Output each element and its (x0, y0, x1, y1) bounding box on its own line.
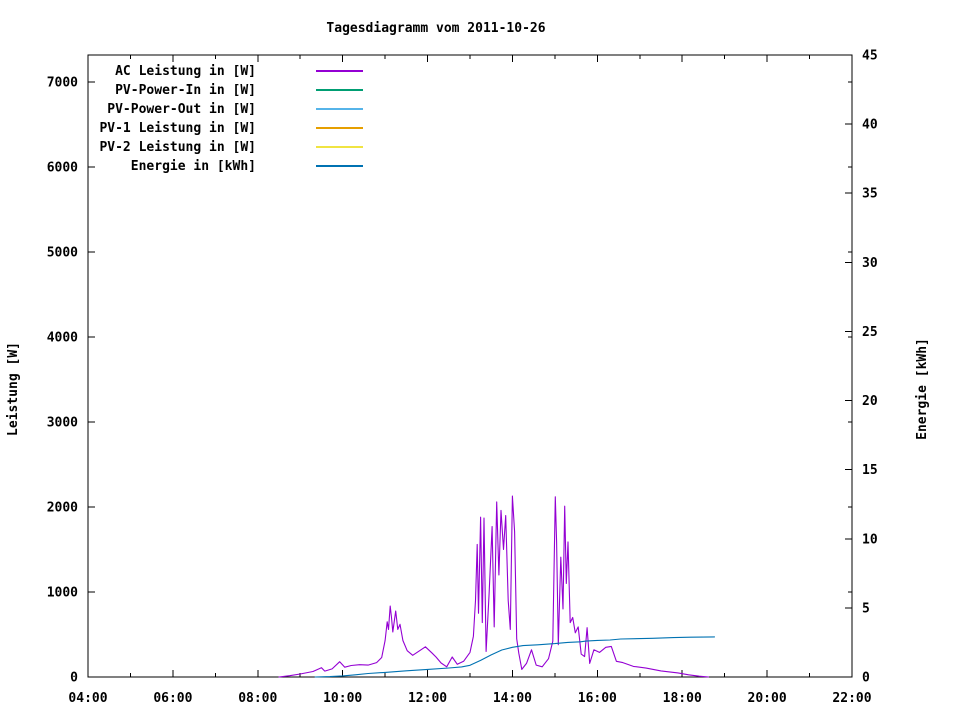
x-tick-label: 14:00 (493, 691, 532, 706)
y-left-tick-label: 7000 (47, 76, 78, 91)
x-tick-label: 04:00 (68, 691, 107, 706)
y-right-tick-label: 45 (862, 49, 878, 64)
y-left-tick-label: 3000 (47, 416, 78, 431)
y-right-tick-label: 20 (862, 394, 878, 409)
y-left-tick-label: 5000 (47, 246, 78, 261)
y-right-tick-label: 0 (862, 671, 870, 686)
x-tick-label: 20:00 (748, 691, 787, 706)
y-left-tick-label: 0 (70, 671, 78, 686)
legend-label: PV-1 Leistung in [W] (99, 121, 256, 136)
x-tick-label: 10:00 (323, 691, 362, 706)
x-tick-label: 18:00 (663, 691, 702, 706)
y-right-tick-label: 35 (862, 187, 878, 202)
y-right-axis-label: Energie [kWh] (915, 338, 930, 440)
x-tick-label: 16:00 (578, 691, 617, 706)
x-tick-label: 22:00 (832, 691, 871, 706)
y-right-tick-label: 10 (862, 532, 878, 547)
x-tick-label: 12:00 (408, 691, 447, 706)
y-right-tick-label: 25 (862, 325, 878, 340)
legend: AC Leistung in [W] PV-Power-In in [W] PV-P… (99, 64, 363, 174)
tagesdiagramm-chart: Tagesdiagramm vom 2011-10-26 Leistung [W… (6, 21, 930, 706)
legend-label: PV-Power-In in [W] (115, 83, 256, 98)
chart-page: Tagesdiagramm vom 2011-10-26 Leistung [W… (0, 0, 960, 720)
legend-label: PV-Power-Out in [W] (107, 102, 256, 117)
y-left-tick-label: 1000 (47, 586, 78, 601)
x-tick-label: 06:00 (153, 691, 192, 706)
legend-label: AC Leistung in [W] (115, 64, 256, 79)
y-left-tick-label: 4000 (47, 331, 78, 346)
y-right-tick-label: 40 (862, 118, 878, 133)
y-left-tick-label: 2000 (47, 501, 78, 516)
series-line-ac-leistung-in-w (278, 495, 710, 678)
legend-label: Energie in [kWh] (131, 159, 256, 174)
x-tick-label: 08:00 (238, 691, 277, 706)
y-left-tick-label: 6000 (47, 161, 78, 176)
y-right-tick-label: 15 (862, 463, 878, 478)
legend-label: PV-2 Leistung in [W] (99, 140, 256, 155)
y-right-tick-label: 5 (862, 601, 870, 616)
y-right-tick-label: 30 (862, 256, 878, 271)
chart-title: Tagesdiagramm vom 2011-10-26 (326, 21, 545, 36)
y-left-axis-label: Leistung [W] (6, 342, 21, 436)
series-line-energie-in-kwh (314, 636, 716, 678)
